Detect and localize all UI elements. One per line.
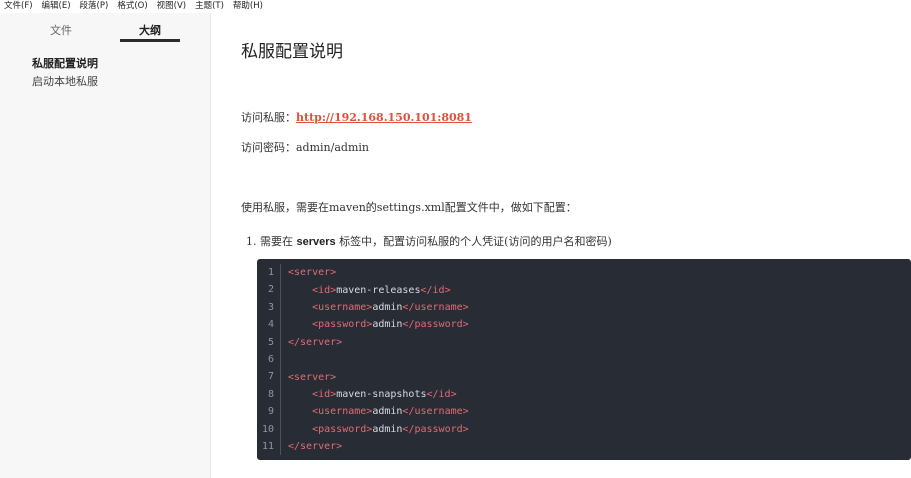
code-content: <username>admin</username> [281, 406, 469, 417]
menu-format[interactable]: 格式(O) [117, 0, 147, 13]
list-suffix: 标签中，配置访问私服的个人凭证(访问的用户名和密码) [335, 235, 612, 248]
code-line[interactable]: 7 <server> [257, 368, 911, 386]
password-label: 访问密码： [241, 141, 296, 154]
outline-list: 私服配置说明 启动本地私服 [32, 55, 98, 91]
line-number: 9 [257, 403, 281, 421]
code-text: admin [372, 319, 403, 331]
xml-tag: <username> [312, 301, 373, 313]
code-text: admin [372, 301, 403, 313]
code-content: <id>maven-snapshots</id> [281, 389, 457, 400]
xml-tag: </id> [426, 388, 457, 400]
sidebar-tabs: 文件 大纲 [0, 13, 210, 43]
code-content: <id>maven-releases</id> [281, 285, 451, 296]
code-text: maven-releases [336, 284, 421, 296]
password-value: admin/admin [296, 141, 369, 154]
sidebar: 文件 大纲 私服配置说明 启动本地私服 [0, 13, 211, 478]
code-content: </server> [281, 337, 342, 348]
code-line[interactable]: 9 <username>admin</username> [257, 403, 911, 421]
code-line[interactable]: 6 [257, 350, 911, 369]
line-number: 1 [257, 264, 281, 282]
paragraph-password: 访问密码：admin/admin [241, 139, 369, 155]
line-number: 7 [257, 368, 281, 386]
list-prefix: 1. 需要在 [246, 235, 297, 248]
xml-tag: </password> [402, 319, 469, 331]
xml-tag: <password> [312, 319, 373, 331]
line-number: 8 [257, 385, 281, 404]
xml-tag: <password> [312, 423, 373, 435]
xml-tag: </username> [402, 406, 469, 418]
code-content: <username>admin</username> [281, 302, 469, 313]
menu-bar: 文件(F) 编辑(E) 段落(P) 格式(O) 视图(V) 主题(T) 帮助(H… [0, 0, 911, 13]
code-content: <server> [281, 267, 336, 278]
code-line[interactable]: 1 <server> [257, 264, 911, 282]
xml-tag: </id> [420, 284, 451, 296]
code-block[interactable]: 1 <server> 2 <id>maven-releases</id> 3 <use… [257, 259, 911, 460]
xml-tag: <server> [288, 371, 337, 383]
tab-outline[interactable]: 大纲 [139, 22, 161, 38]
line-number: 3 [257, 298, 281, 317]
code-line[interactable]: 2 <id>maven-releases</id> [257, 281, 911, 299]
menu-file[interactable]: 文件(F) [4, 0, 33, 13]
code-line[interactable]: 8 <id>maven-snapshots</id> [257, 385, 911, 404]
code-content: </server> [281, 441, 342, 452]
menu-help[interactable]: 帮助(H) [233, 0, 263, 13]
line-number: 6 [257, 350, 281, 369]
line-number: 5 [257, 333, 281, 351]
servers-keyword: servers [296, 236, 336, 248]
code-line[interactable]: 5 </server> [257, 333, 911, 351]
outline-item-start[interactable]: 启动本地私服 [32, 73, 98, 91]
xml-tag: <username> [312, 406, 373, 418]
code-content: <password>admin</password> [281, 319, 469, 330]
url-label: 访问私服： [241, 111, 296, 124]
line-number: 2 [257, 281, 281, 299]
xml-tag: </password> [402, 423, 469, 435]
list-item: 1. 需要在 servers 标签中，配置访问私服的个人凭证(访问的用户名和密码… [246, 233, 612, 249]
server-url-link[interactable]: http://192.168.150.101:8081 [296, 111, 472, 124]
paragraph-url: 访问私服：http://192.168.150.101:8081 [241, 109, 472, 125]
menu-view[interactable]: 视图(V) [157, 0, 186, 13]
paragraph-usage: 使用私服，需要在maven的settings.xml配置文件中，做如下配置： [241, 201, 577, 214]
xml-tag: </server> [288, 336, 343, 348]
active-tab-indicator [120, 39, 180, 42]
menu-edit[interactable]: 编辑(E) [42, 0, 71, 13]
line-number: 11 [257, 437, 281, 456]
code-line[interactable]: 10 <password>admin</password> [257, 420, 911, 438]
line-number: 10 [257, 420, 281, 438]
code-line[interactable]: 3 <username>admin</username> [257, 298, 911, 317]
line-number: 4 [257, 316, 281, 334]
editor-main[interactable]: 私服配置说明 访问私服：http://192.168.150.101:8081 … [212, 13, 911, 478]
code-line[interactable]: 4 <password>admin</password> [257, 316, 911, 334]
xml-tag: </server> [288, 441, 343, 453]
code-text: admin [372, 406, 403, 418]
xml-tag: <id> [312, 284, 337, 296]
code-line[interactable]: 11 </server> [257, 437, 911, 456]
menu-paragraph[interactable]: 段落(P) [80, 0, 109, 13]
xml-tag: <id> [312, 388, 337, 400]
outline-item-config[interactable]: 私服配置说明 [32, 55, 98, 73]
code-text: maven-snapshots [336, 388, 427, 400]
xml-tag: <server> [288, 267, 337, 279]
tab-files[interactable]: 文件 [50, 22, 72, 38]
code-text: admin [372, 423, 403, 435]
xml-tag: </username> [402, 301, 469, 313]
code-content: <server> [281, 372, 336, 383]
code-content: <password>admin</password> [281, 424, 469, 435]
menu-theme[interactable]: 主题(T) [195, 0, 224, 13]
document-title: 私服配置说明 [241, 42, 343, 62]
